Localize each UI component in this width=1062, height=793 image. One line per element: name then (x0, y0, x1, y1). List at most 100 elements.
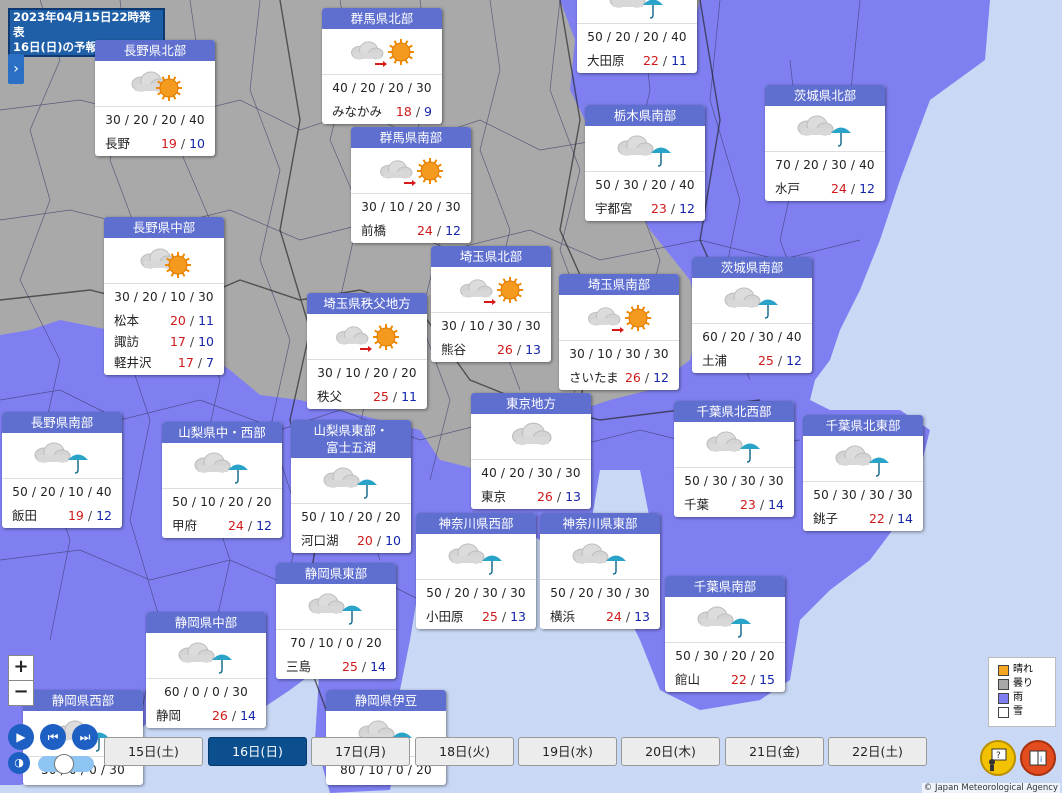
card-title: 静岡県伊豆 (326, 690, 446, 711)
forecast-card-yamanashi-west[interactable]: 山梨県中・西部 50 / 10 / 20 / 20 甲府 24/12 (162, 422, 282, 538)
temp-min: 12 (96, 508, 112, 523)
next-button[interactable]: ⏭ (72, 724, 98, 750)
forecast-card-top-partial[interactable]: 50 / 20 / 20 / 40 大田原 22/11 (577, 0, 697, 73)
play-icon: ▶ (16, 730, 26, 744)
cloud-sun-icon (104, 238, 224, 284)
forecast-card-nagano-central[interactable]: 長野県中部 30 / 20 / 10 / 30 松本 20/11 諏訪 17/10 軽井沢 1… (104, 217, 224, 375)
forecast-card-shizuoka-east[interactable]: 静岡県東部 70 / 10 / 0 / 20 三島 25/14 (276, 563, 396, 679)
forecast-card-shizuoka-central[interactable]: 静岡県中部 60 / 0 / 0 / 30 静岡 26/14 (146, 612, 266, 728)
zoom-out-button[interactable]: − (8, 680, 34, 706)
day-tab-3[interactable]: 18日(火) (415, 737, 514, 766)
forecast-card-tochigi-south[interactable]: 栃木県南部 50 / 30 / 20 / 40 宇都宮 23/12 (585, 105, 705, 221)
skip-forward-icon: ⏭ (79, 730, 91, 744)
precip-probability: 30 / 10 / 30 / 30 (441, 319, 541, 333)
precip-probability: 50 / 20 / 30 / 30 (426, 586, 526, 600)
precip-probability: 30 / 20 / 20 / 40 (105, 113, 205, 127)
card-title: 埼玉県秩父地方 (307, 293, 427, 314)
temp-max: 26 (496, 342, 513, 357)
temp-min: 12 (445, 223, 461, 238)
temp-separator: / (888, 511, 894, 526)
temp-min: 11 (671, 53, 687, 68)
precip-probability: 50 / 30 / 30 / 30 (813, 488, 913, 502)
forecast-card-gunma-south[interactable]: 群馬県南部 30 / 10 / 20 / 30 前橋 24/12 (351, 127, 471, 243)
prev-button[interactable]: ⏮ (40, 724, 66, 750)
temp-min: 10 (198, 334, 214, 349)
forecast-card-saitama-north[interactable]: 埼玉県北部 30 / 10 / 30 / 30 熊谷 26/13 (431, 246, 551, 362)
sidebar-toggle-button[interactable]: › (8, 54, 24, 84)
city-list (326, 783, 446, 785)
day-tab-2[interactable]: 17日(月) (311, 737, 410, 766)
city-row: 東京 26/13 (471, 486, 591, 507)
precip-probability: 50 / 10 / 20 / 20 (301, 510, 401, 524)
temp-max: 22 (868, 511, 885, 526)
day-tab-6[interactable]: 21日(金) (725, 737, 824, 766)
opacity-button[interactable]: ◑ (8, 752, 30, 774)
city-row: 宇都宮 23/12 (585, 198, 705, 219)
forecast-card-chiba-northeast[interactable]: 千葉県北東部 50 / 30 / 30 / 30 銚子 22/14 (803, 415, 923, 531)
card-title: 千葉県北東部 (803, 415, 923, 436)
temp-min: 12 (653, 370, 669, 385)
temp-separator: / (670, 201, 676, 216)
forecast-card-gunma-north[interactable]: 群馬県北部 40 / 20 / 20 / 30 みなかみ 18/9 (322, 8, 442, 124)
day-tab-7[interactable]: 22日(土) (828, 737, 927, 766)
city-name: 大田原 (587, 53, 625, 68)
temp-min: 7 (206, 355, 214, 370)
card-title: 埼玉県北部 (431, 246, 551, 267)
forecast-card-nagano-south[interactable]: 長野県南部 50 / 20 / 10 / 40 飯田 19/12 (2, 412, 122, 528)
day-tab-1[interactable]: 16日(日) (208, 737, 307, 766)
temp-separator: / (392, 389, 398, 404)
city-row: さいたま 26/12 (559, 367, 679, 388)
zoom-in-button[interactable]: + (8, 655, 34, 681)
card-title: 山梨県東部・ 富士五湖 (291, 420, 411, 458)
forecast-card-yamanashi-east[interactable]: 山梨県東部・ 富士五湖 50 / 10 / 20 / 20 河口湖 20/10 (291, 420, 411, 553)
cloud-sun-icon (95, 61, 215, 107)
legend-item: 雨 (998, 691, 1055, 705)
temp-separator: / (189, 313, 195, 328)
city-name: 三島 (286, 659, 312, 674)
help-button[interactable]: ? (980, 740, 1016, 776)
precip-probability: 60 / 0 / 0 / 30 (164, 685, 248, 699)
forecast-card-tokyo[interactable]: 東京地方 40 / 20 / 30 / 30 東京 26/13 (471, 393, 591, 509)
temp-max: 20 (169, 313, 186, 328)
forecast-card-ibaraki-north[interactable]: 茨城県北部 70 / 20 / 30 / 40 水戸 24/12 (765, 85, 885, 201)
forecast-card-nagano-north[interactable]: 長野県北部 30 / 20 / 20 / 40 長野 19/10 (95, 40, 215, 156)
cloud-rain-icon (803, 436, 923, 482)
forecast-card-saitama-south[interactable]: 埼玉県南部 30 / 10 / 30 / 30 さいたま 26/12 (559, 274, 679, 390)
card-title: 茨城県南部 (692, 257, 812, 278)
temp-max: 26 (536, 489, 553, 504)
guide-button[interactable]: i (1020, 740, 1056, 776)
forecast-card-chiba-south[interactable]: 千葉県南部 50 / 30 / 20 / 20 館山 22/15 (665, 576, 785, 692)
temp-min: 13 (525, 342, 541, 357)
city-list: 銚子 22/14 (803, 508, 923, 531)
forecast-card-ibaraki-south[interactable]: 茨城県南部 60 / 20 / 30 / 40 土浦 25/12 (692, 257, 812, 373)
card-title: 群馬県北部 (322, 8, 442, 29)
temp-min: 13 (510, 609, 526, 624)
day-tab-4[interactable]: 19日(水) (518, 737, 617, 766)
temp-separator: / (189, 334, 195, 349)
city-name: 甲府 (172, 518, 198, 533)
city-list: みなかみ 18/9 (322, 101, 442, 124)
opacity-slider-knob[interactable] (54, 754, 74, 774)
temp-separator: / (759, 497, 765, 512)
temp-max: 20 (356, 533, 373, 548)
day-tab-0[interactable]: 15日(土) (104, 737, 203, 766)
forecast-card-kanagawa-east[interactable]: 神奈川県東部 50 / 20 / 30 / 30 横浜 24/13 (540, 513, 660, 629)
temp-min: 10 (385, 533, 401, 548)
legend: 晴れ 曇り雨雪 (988, 657, 1056, 727)
city-row: 前橋 24/12 (351, 220, 471, 241)
forecast-card-kanagawa-west[interactable]: 神奈川県西部 50 / 20 / 30 / 30 小田原 25/13 (416, 513, 536, 629)
temp-max: 25 (757, 353, 774, 368)
temp-separator: / (556, 489, 562, 504)
city-row: 諏訪 17/10 (104, 331, 224, 352)
forecast-card-chiba-northwest[interactable]: 千葉県北西部 50 / 30 / 30 / 30 千葉 23/14 (674, 401, 794, 517)
play-button[interactable]: ▶ (8, 724, 34, 750)
forecast-card-saitama-chichibu[interactable]: 埼玉県秩父地方 30 / 10 / 20 / 20 秩父 25/11 (307, 293, 427, 409)
city-name: 館山 (675, 672, 701, 687)
cloud-rain-icon (416, 534, 536, 580)
city-name: 土浦 (702, 353, 728, 368)
card-title: 静岡県東部 (276, 563, 396, 584)
precip-probability: 60 / 20 / 30 / 40 (702, 330, 802, 344)
day-tab-5[interactable]: 20日(木) (621, 737, 720, 766)
cloud-to-sun-icon (322, 29, 442, 75)
temp-max: 26 (211, 708, 228, 723)
